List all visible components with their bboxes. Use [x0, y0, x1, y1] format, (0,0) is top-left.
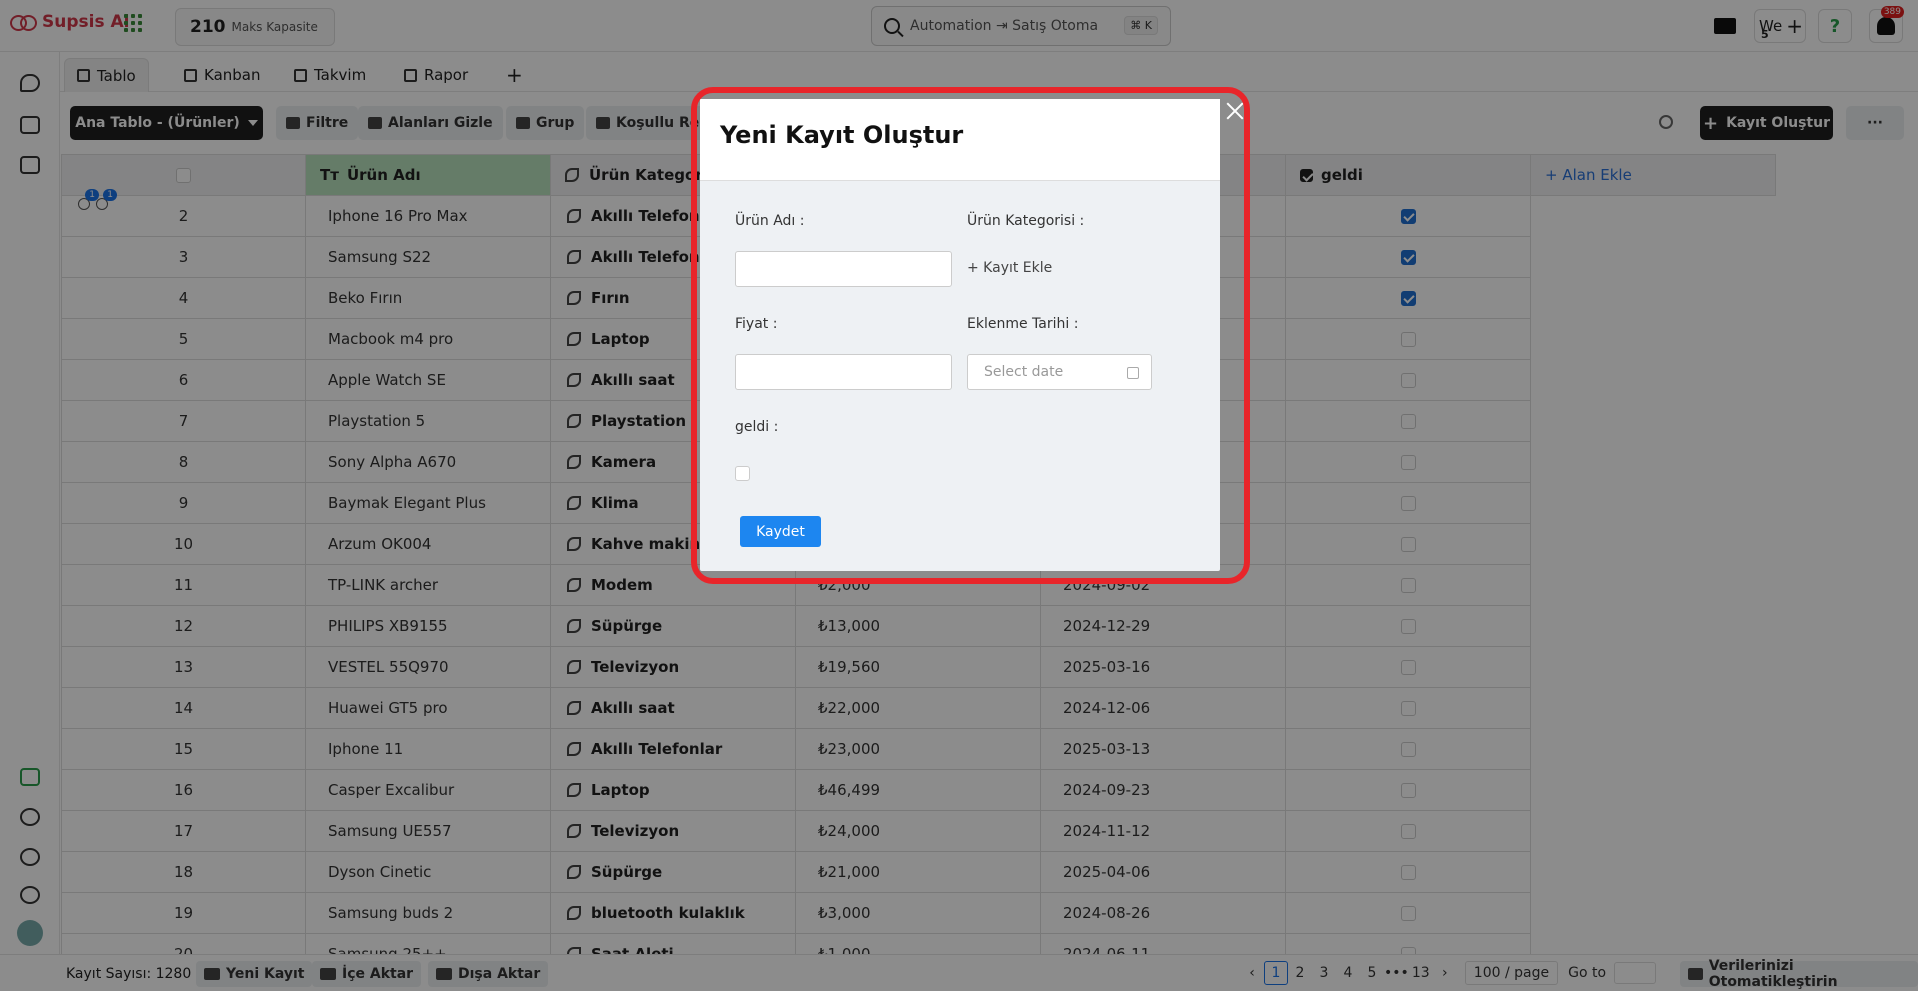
modal-close-icon[interactable]: [1226, 102, 1244, 120]
geldi-checkbox[interactable]: [735, 466, 750, 481]
price-field-label: Fiyat :: [735, 316, 778, 332]
name-field-label: Ürün Adı :: [735, 213, 805, 229]
save-button[interactable]: Kaydet: [740, 516, 821, 547]
add-category-record-link[interactable]: + Kayıt Ekle: [967, 260, 1052, 276]
modal-title: Yeni Kayıt Oluştur: [700, 99, 1220, 181]
date-field-label: Eklenme Tarihi :: [967, 316, 1079, 332]
create-record-modal: Yeni Kayıt Oluştur Ürün Adı : Ürün Kateg…: [700, 99, 1220, 571]
price-input[interactable]: [735, 354, 952, 390]
save-label: Kaydet: [756, 523, 805, 540]
date-placeholder: Select date: [984, 364, 1064, 380]
geldi-field-label: geldi :: [735, 419, 779, 435]
date-picker[interactable]: Select date: [967, 354, 1152, 390]
name-input[interactable]: [735, 251, 952, 287]
calendar-icon: [1127, 367, 1139, 379]
category-field-label: Ürün Kategorisi :: [967, 213, 1085, 229]
